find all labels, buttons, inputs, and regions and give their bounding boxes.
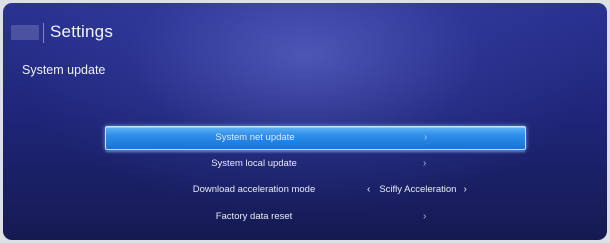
menu-item-label: System net update bbox=[215, 132, 295, 143]
acceleration-mode-value: Scifly Acceleration bbox=[379, 184, 457, 195]
acceleration-mode-selector[interactable]: ‹ Scifly Acceleration › bbox=[367, 179, 467, 201]
chevron-right-icon: › bbox=[423, 211, 427, 222]
menu-item-system-local-update[interactable]: System local update › bbox=[105, 153, 524, 175]
menu-item-label: Factory data reset bbox=[215, 211, 293, 222]
page-title: Settings bbox=[50, 22, 114, 41]
menu-item-label: System local update bbox=[211, 158, 297, 169]
menu-item-factory-data-reset[interactable]: Factory data reset › bbox=[105, 206, 524, 228]
menu-item-download-acceleration-mode[interactable]: Download acceleration mode ‹ Scifly Accel… bbox=[105, 179, 524, 201]
page-subtitle: System update bbox=[22, 63, 106, 77]
back-tab-block[interactable] bbox=[11, 25, 39, 40]
chevron-right-icon: › bbox=[423, 158, 427, 169]
menu-item-system-net-update[interactable]: System net update › bbox=[105, 126, 526, 150]
menu-item-label: Download acceleration mode bbox=[192, 184, 316, 195]
settings-screen: Settings System update System net update… bbox=[3, 3, 607, 240]
chevron-left-icon[interactable]: ‹ bbox=[367, 179, 370, 201]
chevron-right-icon[interactable]: › bbox=[463, 179, 466, 201]
chevron-right-icon: › bbox=[424, 132, 428, 143]
header-divider bbox=[43, 23, 44, 43]
